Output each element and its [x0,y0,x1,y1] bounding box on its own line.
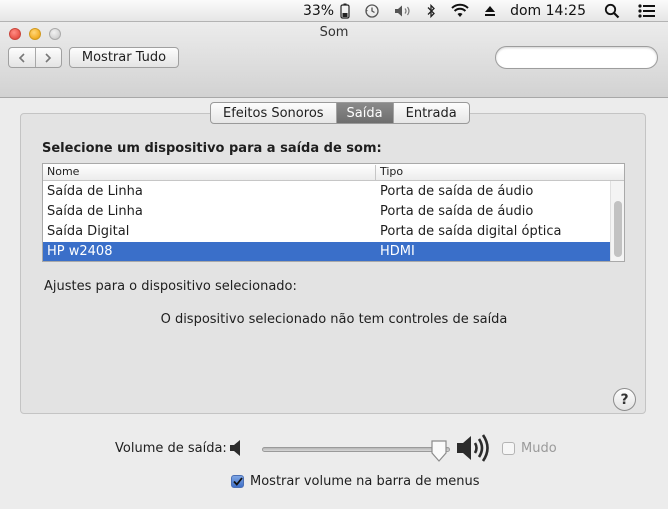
help-button[interactable]: ? [613,388,636,411]
device-type: Porta de saída digital óptica [380,224,562,239]
tab-output[interactable]: Saída [335,103,393,123]
adjustments-label: Ajustes para o dispositivo selecionado: [44,279,297,294]
notification-center-icon[interactable] [638,0,656,22]
sound-tabs: Efeitos Sonoros Saída Entrada [210,102,470,124]
scrollbar-thumb[interactable] [614,201,622,257]
output-device-table: Nome Tipo Saída de Linha Porta de saída … [42,163,625,262]
select-device-label: Selecione um dispositivo para a saída de… [42,141,382,156]
search-field[interactable] [495,46,658,69]
window-title: Som [319,25,349,40]
tab-sound-effects[interactable]: Efeitos Sonoros [211,103,336,123]
checkbox-checked-icon[interactable] [231,475,244,488]
time-machine-icon[interactable] [364,0,380,22]
menu-bar: 33% dom 14:25 [0,0,668,22]
table-header: Nome Tipo [43,164,624,181]
battery-percentage[interactable]: 33% [303,0,334,22]
device-name: HP w2408 [47,244,113,259]
show-volume-label: Mostrar volume na barra de menus [250,474,480,489]
device-name: Saída de Linha [47,204,143,219]
device-name: Saída de Linha [47,184,143,199]
search-input[interactable] [508,48,658,67]
no-controls-message: O dispositivo selecionado não tem contro… [160,312,508,327]
mute-checkbox-box[interactable] [502,442,515,455]
clock[interactable]: dom 14:25 [510,0,586,22]
bluetooth-icon[interactable] [426,0,436,22]
output-panel [20,113,646,414]
volume-slider[interactable] [262,447,450,452]
forward-button[interactable] [34,48,62,67]
table-row[interactable]: Saída de Linha Porta de saída de áudio [43,202,610,222]
battery-icon[interactable] [340,0,350,22]
show-all-button[interactable]: Mostrar Tudo [69,47,179,68]
device-type: Porta de saída de áudio [380,204,534,219]
volume-icon[interactable] [394,0,412,22]
volume-high-icon [456,433,492,467]
show-volume-in-menubar-checkbox[interactable]: Mostrar volume na barra de menus [231,474,480,489]
wifi-icon[interactable] [450,0,470,22]
volume-slider-thumb[interactable] [430,439,448,467]
device-name: Saída Digital [47,224,130,239]
mute-label: Mudo [521,441,557,456]
column-header-name[interactable]: Nome [47,165,79,178]
table-row[interactable]: Saída Digital Porta de saída digital ópt… [43,222,610,242]
device-type: HDMI [380,244,415,259]
back-button[interactable] [9,48,35,67]
navigation-buttons [8,47,62,68]
forward-arrow-icon [45,52,52,63]
eject-icon[interactable] [484,0,496,22]
volume-low-icon [229,438,245,462]
tab-input[interactable]: Entrada [392,103,469,123]
back-arrow-icon [18,52,25,63]
table-scrollbar[interactable] [610,181,624,261]
column-header-type[interactable]: Tipo [375,165,403,180]
output-volume-label: Volume de saída: [115,441,227,456]
window-toolbar: Som Mostrar Tudo [0,22,668,98]
device-type: Porta de saída de áudio [380,184,534,199]
table-row[interactable]: Saída de Linha Porta de saída de áudio [43,182,610,202]
table-row-selected[interactable]: HP w2408 HDMI [43,242,610,261]
spotlight-icon[interactable] [604,0,620,22]
mute-checkbox[interactable]: Mudo [502,441,557,456]
